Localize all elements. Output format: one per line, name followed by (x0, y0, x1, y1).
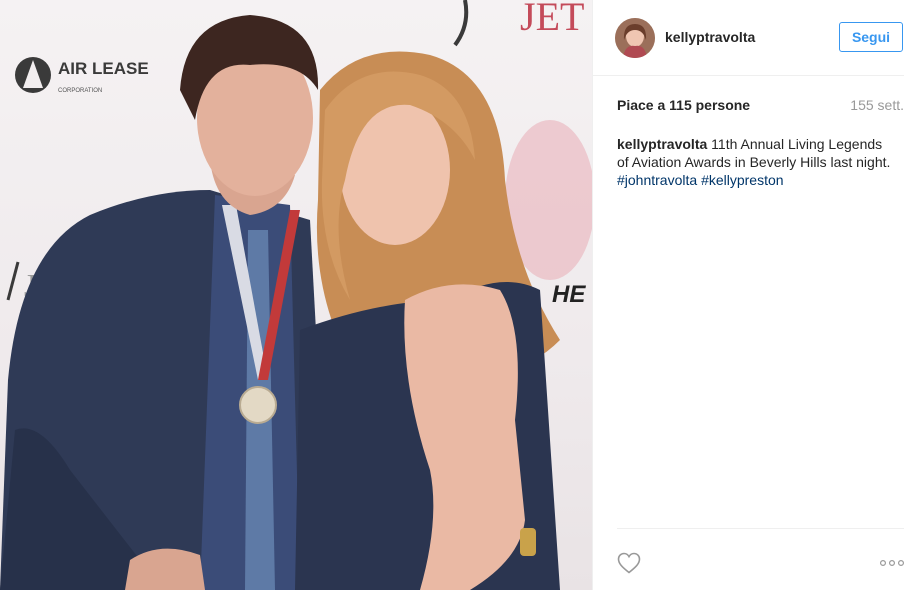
backdrop-logo-jet-top: JET (453, 0, 584, 47)
backdrop-logo-he: HE (552, 281, 586, 308)
header-username[interactable]: kellyptravolta (665, 29, 755, 45)
post-caption: kellyptravolta 11th Annual Living Legend… (617, 135, 893, 189)
svg-text:AIR LEASE: AIR LEASE (58, 59, 149, 78)
hashtag-link[interactable]: #kellypreston (701, 172, 784, 188)
svg-text:JET: JET (520, 0, 584, 39)
likes-count[interactable]: Piace a 115 persone (617, 97, 750, 113)
post-timestamp[interactable]: 155 sett. (804, 97, 904, 113)
woman-figure (295, 51, 560, 590)
avatar-image (615, 18, 655, 58)
follow-button[interactable]: Segui (839, 22, 903, 52)
man-figure (0, 15, 330, 590)
avatar[interactable] (615, 18, 655, 58)
caption-username[interactable]: kellyptravolta (617, 136, 707, 152)
post-header: kellyptravolta Segui (593, 0, 904, 76)
heart-icon[interactable] (617, 552, 641, 574)
photo-illustration: AIR LEASE CORPORATION JET JET HE (0, 0, 592, 590)
backdrop-logo-airlease: AIR LEASE CORPORATION (15, 57, 149, 94)
post-details-panel: kellyptravolta Segui Piace a 115 persone… (592, 0, 904, 590)
svg-text:CORPORATION: CORPORATION (58, 88, 102, 94)
post-photo[interactable]: AIR LEASE CORPORATION JET JET HE (0, 0, 592, 590)
hashtag-link[interactable]: #johntravolta (617, 172, 697, 188)
more-options-icon[interactable] (879, 556, 904, 570)
actions-divider (617, 528, 904, 529)
